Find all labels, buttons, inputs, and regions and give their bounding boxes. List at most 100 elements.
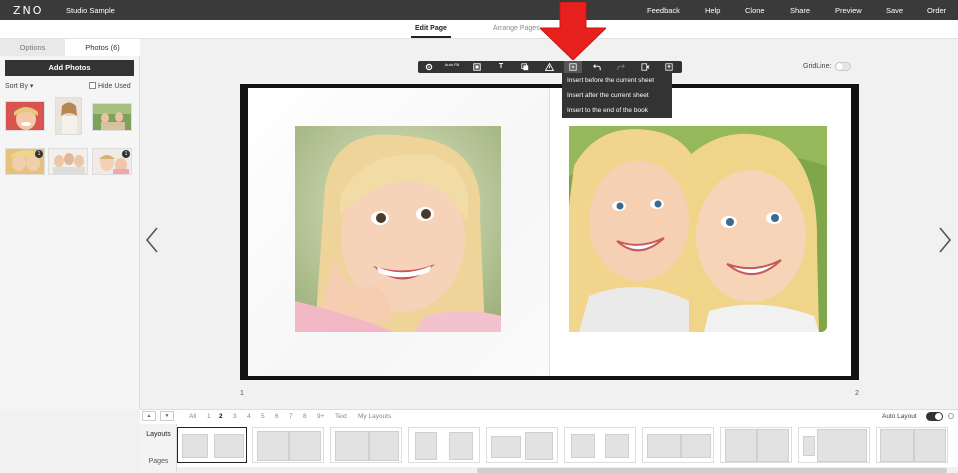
filter-text[interactable]: Text [335,413,347,420]
left-panel: Options Photos (6) Add Photos Sort By ▾ … [0,39,140,409]
circle-icon[interactable] [948,413,954,419]
left-page[interactable] [248,88,549,376]
chevron-right-icon[interactable] [938,226,952,254]
layout-cell [817,429,867,462]
layout-option[interactable] [252,427,324,463]
filter-4[interactable]: 4 [247,413,251,420]
photo-image [295,126,501,332]
layout-scrollbar[interactable] [177,467,958,473]
layout-cell [491,436,521,458]
layout-option[interactable] [876,427,948,463]
layout-cell [335,431,369,461]
hide-used-checkbox[interactable]: Hide Used [89,82,131,90]
gridline-label: GridLine: [803,63,832,70]
photo-thumbnail[interactable] [55,97,82,135]
help-link[interactable]: Help [705,6,720,15]
delete-page-icon[interactable] [636,61,654,73]
settings-icon[interactable] [420,61,438,73]
usage-count-badge: 1 [122,150,130,158]
tab-photos[interactable]: Photos (6) [65,39,140,56]
redo-icon[interactable] [612,61,630,73]
layout-cell [415,432,437,460]
tab-options[interactable]: Options [0,39,65,56]
top-bar: ZNO Studio Sample Feedback Help Clone Sh… [0,0,958,20]
layout-cell [647,434,681,458]
frame-icon[interactable] [468,61,486,73]
menu-item-insert-after[interactable]: Insert after the current sheet [567,92,649,99]
layout-cell [182,434,208,458]
tab-layouts[interactable]: Layouts [140,431,177,438]
order-link[interactable]: Order [927,6,946,15]
filter-5[interactable]: 5 [261,413,265,420]
layout-option[interactable] [408,427,480,463]
right-photo[interactable] [569,126,827,332]
zno-logo[interactable]: ZNO [13,4,43,17]
gridline-toggle[interactable] [835,62,851,71]
filter-2[interactable]: 2 [219,413,223,420]
layout-option[interactable] [720,427,792,463]
layout-cell [681,434,711,458]
photo-thumbnail[interactable]: 1 [92,148,132,175]
layout-cell [914,429,946,462]
layout-option[interactable] [798,427,870,463]
mode-bar: Edit Page Arrange Pages [0,20,958,39]
layout-filter-bar: ▲ ▼ All 1 2 3 4 5 6 7 8 9+ Text My Layou… [140,410,958,424]
layout-option[interactable] [642,427,714,463]
book-spread [240,84,859,380]
filter-all[interactable]: All [189,413,196,420]
scrollbar-thumb[interactable] [477,468,947,473]
project-name: Studio Sample [66,6,115,15]
auto-layout-label: Auto Layout [882,413,917,420]
tab-arrange-pages[interactable]: Arrange Pages [493,25,540,32]
photo-thumbnail[interactable] [92,103,132,131]
layout-strip: ▲ ▼ All 1 2 3 4 5 6 7 8 9+ Text My Layou… [140,409,958,473]
share-link[interactable]: Share [790,6,810,15]
toggle-knob [836,63,843,70]
menu-item-insert-end[interactable]: Insert to the end of the book [567,107,648,114]
strip-side-tabs: Layouts Pages [140,424,177,473]
add-photos-button[interactable]: Add Photos [5,60,134,76]
expand-down-icon[interactable]: ▼ [160,411,174,421]
collapse-up-icon[interactable]: ▲ [142,411,156,421]
layout-cell [257,431,289,461]
tab-pages[interactable]: Pages [140,458,177,465]
text-icon[interactable]: T [492,61,510,73]
chevron-left-icon[interactable] [145,226,159,254]
auto-layout-toggle[interactable] [926,412,943,421]
undo-icon[interactable] [588,61,606,73]
photo-image [6,102,44,130]
export-icon[interactable] [660,61,678,73]
filter-1[interactable]: 1 [207,413,211,420]
filter-6[interactable]: 6 [275,413,279,420]
filter-8[interactable]: 8 [303,413,307,420]
filter-7[interactable]: 7 [289,413,293,420]
checkbox-icon[interactable] [89,82,96,89]
save-link[interactable]: Save [886,6,903,15]
feedback-link[interactable]: Feedback [647,6,680,15]
insert-page-icon[interactable] [564,61,582,73]
layout-option[interactable] [330,427,402,463]
layout-option[interactable] [486,427,558,463]
photo-thumbnail[interactable] [5,101,45,131]
photo-thumbnail[interactable] [48,148,88,175]
layout-option[interactable] [177,427,247,463]
photo-thumbnail[interactable]: 1 [5,148,45,175]
filter-3[interactable]: 3 [233,413,237,420]
right-page[interactable] [550,88,851,376]
tab-edit-page[interactable]: Edit Page [411,25,451,38]
layout-cell [880,429,914,462]
layout-option[interactable] [564,427,636,463]
copy-icon[interactable] [516,61,534,73]
layout-cell [369,431,399,461]
preview-link[interactable]: Preview [835,6,862,15]
left-photo[interactable] [295,126,501,332]
clone-link[interactable]: Clone [745,6,765,15]
auto-fill-button[interactable]: Auto Fill [443,61,461,73]
filter-9-plus[interactable]: 9+ [317,413,324,420]
menu-item-insert-before[interactable]: Insert before the current sheet [567,77,654,84]
warning-icon[interactable] [540,61,558,73]
layout-cell [757,429,789,462]
layout-cell [605,434,629,458]
sort-by-dropdown[interactable]: Sort By ▾ [5,82,33,90]
filter-my-layouts[interactable]: My Layouts [358,413,391,420]
